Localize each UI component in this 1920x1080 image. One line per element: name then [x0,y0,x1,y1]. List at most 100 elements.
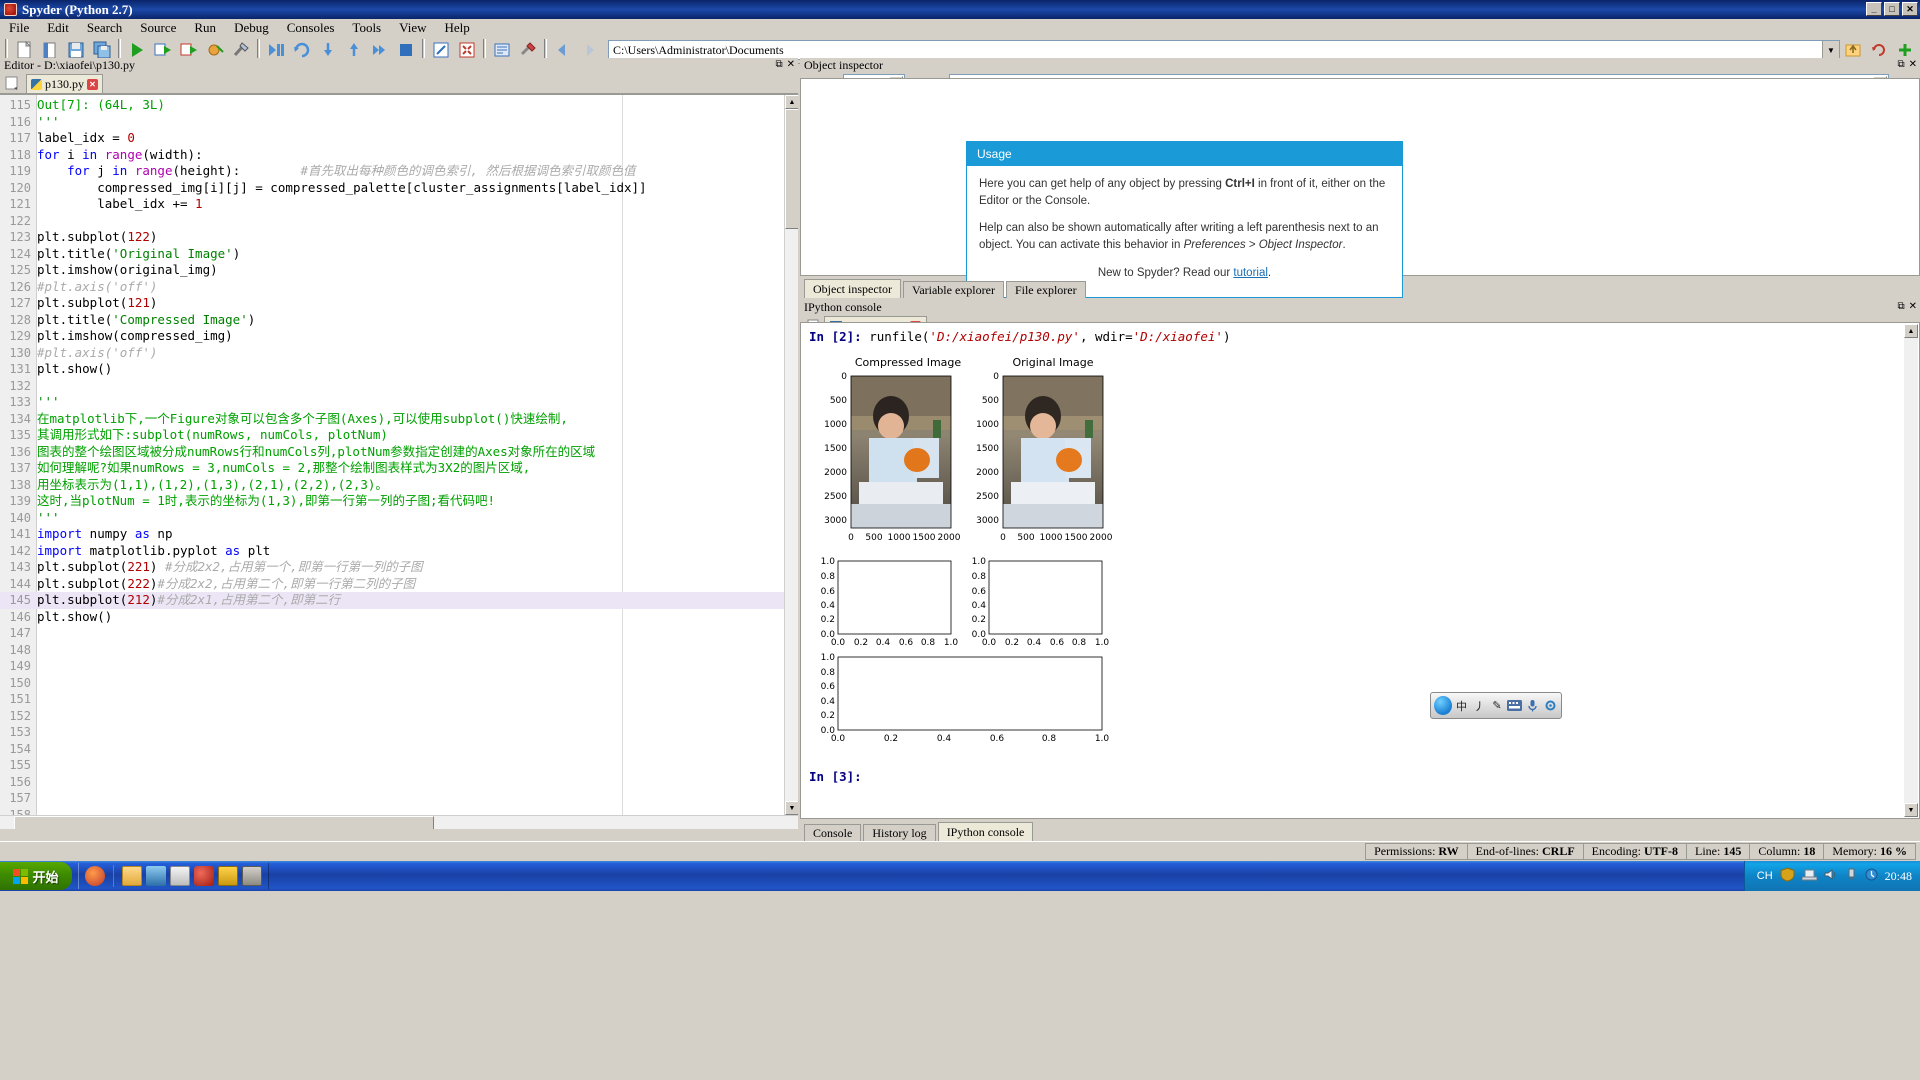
code-line-148[interactable]: 148 [0,642,784,659]
code-line-140[interactable]: 140 ''' [0,510,784,527]
terminal-icon[interactable] [218,866,238,886]
tutorial-link[interactable]: tutorial [1233,267,1268,279]
code-line-146[interactable]: 146 plt.show() [0,609,784,626]
ime-keyboard-icon[interactable] [1507,696,1523,715]
tab-console[interactable]: Console [804,824,862,841]
tab-variable-explorer[interactable]: Variable explorer [902,281,1004,298]
code-line-132[interactable]: 132 [0,378,784,395]
code-line-119[interactable]: 119 for j in range(height): #首先取出每种颜色的调色… [0,163,784,180]
code-line-139[interactable]: 139 这时,当plotNum = 1时,表示的坐标为(1,3),即第一行第一列的… [0,493,784,510]
menu-edit[interactable]: Edit [38,19,78,37]
minimize-button[interactable]: _ [1866,2,1882,16]
editor-horizontal-scrollbar[interactable] [0,815,798,829]
menu-source[interactable]: Source [131,19,185,37]
undock-icon[interactable]: ⧉ [1897,301,1904,312]
tab-ipython-console[interactable]: IPython console [937,822,1034,841]
code-line-127[interactable]: 127 plt.subplot(121) [0,295,784,312]
code-line-133[interactable]: 133 ''' [0,394,784,411]
app-icon[interactable] [242,866,262,886]
code-line-143[interactable]: 143 plt.subplot(221) #分成2x2,占用第一个,即第一行第一列… [0,559,784,576]
close-button[interactable]: ✕ [1902,2,1918,16]
code-line-126[interactable]: 126 #plt.axis('off') [0,279,784,296]
code-line-123[interactable]: 123 plt.subplot(122) [0,229,784,246]
close-pane-icon[interactable]: ✕ [787,59,795,70]
code-line-152[interactable]: 152 [0,708,784,725]
close-tab-icon[interactable]: ✕ [87,78,98,90]
scroll-up-icon[interactable]: ▲ [1904,324,1918,338]
code-line-124[interactable]: 124 plt.title('Original Image') [0,246,784,263]
code-line-147[interactable]: 147 [0,625,784,642]
menu-tools[interactable]: Tools [343,19,390,37]
menu-search[interactable]: Search [78,19,131,37]
shield-icon[interactable] [1780,867,1795,885]
chevron-down-icon[interactable]: ▼ [1822,41,1839,59]
undock-icon[interactable]: ⧉ [1897,59,1904,70]
ime-language-bar[interactable]: 中 丿 ✎ [1430,692,1562,719]
working-directory-combo[interactable]: C:\Users\Administrator\Documents ▼ [608,40,1840,60]
menu-file[interactable]: File [0,19,38,37]
update-icon[interactable] [1865,868,1878,884]
code-line-131[interactable]: 131 plt.show() [0,361,784,378]
ime-voice-icon[interactable] [1525,696,1541,715]
undock-icon[interactable]: ⧉ [775,59,782,70]
start-button[interactable]: 开始 [0,862,72,890]
code-line-145[interactable]: 145 plt.subplot(212)#分成2x1,占用第二个,即第二行 [0,592,784,609]
console-output-area[interactable]: In [2]: runfile('D:/xiaofei/p130.py', wd… [800,322,1920,819]
menu-view[interactable]: View [390,19,435,37]
code-line-130[interactable]: 130 #plt.axis('off') [0,345,784,362]
ide-icon[interactable] [194,866,214,886]
code-line-158[interactable]: 158 [0,807,784,816]
close-pane-icon[interactable]: ✕ [1909,301,1917,312]
scroll-down-icon[interactable]: ▼ [785,801,798,815]
ime-handwriting-icon[interactable]: ✎ [1489,696,1505,715]
code-line-154[interactable]: 154 [0,741,784,758]
scroll-up-icon[interactable]: ▲ [785,95,798,109]
code-line-153[interactable]: 153 [0,724,784,741]
code-line-125[interactable]: 125 plt.imshow(original_img) [0,262,784,279]
ime-logo-icon[interactable] [1434,696,1452,715]
code-line-116[interactable]: 116 ''' [0,114,784,131]
code-editor[interactable]: 115 Out[7]: (64L, 3L) 116 ''' 117 label_idx =… [0,94,798,829]
ime-settings-icon[interactable] [1542,696,1558,715]
menu-help[interactable]: Help [436,19,479,37]
tab-file-explorer[interactable]: File explorer [1005,281,1086,298]
code-line-120[interactable]: 120 compressed_img[i][j] = compressed_pa… [0,180,784,197]
code-line-121[interactable]: 121 label_idx += 1 [0,196,784,213]
code-line-136[interactable]: 136 图表的整个绘图区域被分成numRows行和numCols列,plotNum… [0,444,784,461]
code-line-138[interactable]: 138 用坐标表示为(1,1),(1,2),(1,3),(2,1),(2,2),(… [0,477,784,494]
tray-language-indicator[interactable]: CH [1757,870,1773,882]
editor-icon[interactable] [170,866,190,886]
ime-punctuation-icon[interactable]: 丿 [1471,696,1487,715]
taskbar-clock[interactable]: 20:48 [1885,869,1912,884]
code-line-149[interactable]: 149 [0,658,784,675]
code-line-157[interactable]: 157 [0,790,784,807]
menu-consoles[interactable]: Consoles [278,19,344,37]
code-line-156[interactable]: 156 [0,774,784,791]
browse-tabs-icon[interactable] [2,74,24,93]
volume-icon[interactable] [1824,868,1838,884]
hscroll-thumb[interactable] [14,816,434,829]
code-line-122[interactable]: 122 [0,213,784,230]
scroll-thumb[interactable] [785,109,798,229]
code-line-151[interactable]: 151 [0,691,784,708]
editor-vertical-scrollbar[interactable]: ▲ ▼ [784,95,798,815]
code-line-129[interactable]: 129 plt.imshow(compressed_img) [0,328,784,345]
folder-icon[interactable] [122,866,142,886]
tab-object-inspector[interactable]: Object inspector [804,279,901,298]
scroll-down-icon[interactable]: ▼ [1904,803,1918,817]
menu-debug[interactable]: Debug [225,19,278,37]
code-line-115[interactable]: 115 Out[7]: (64L, 3L) [0,97,784,114]
tab-history-log[interactable]: History log [863,824,936,841]
code-line-137[interactable]: 137 如何理解呢?如果numRows = 3,numCols = 2,那整个绘制… [0,460,784,477]
code-line-128[interactable]: 128 plt.title('Compressed Image') [0,312,784,329]
console-vertical-scrollbar[interactable]: ▲ ▼ [1904,324,1918,817]
maximize-button[interactable]: □ [1884,2,1900,16]
code-line-117[interactable]: 117 label_idx = 0 [0,130,784,147]
media-icon[interactable] [146,866,166,886]
code-line-118[interactable]: 118 for i in range(width): [0,147,784,164]
code-line-141[interactable]: 141 import numpy as np [0,526,784,543]
code-line-144[interactable]: 144 plt.subplot(222)#分成2x2,占用第二个,即第一行第二列的… [0,576,784,593]
code-line-142[interactable]: 142 import matplotlib.pyplot as plt [0,543,784,560]
menu-run[interactable]: Run [185,19,225,37]
ime-mode-chinese[interactable]: 中 [1454,696,1470,715]
